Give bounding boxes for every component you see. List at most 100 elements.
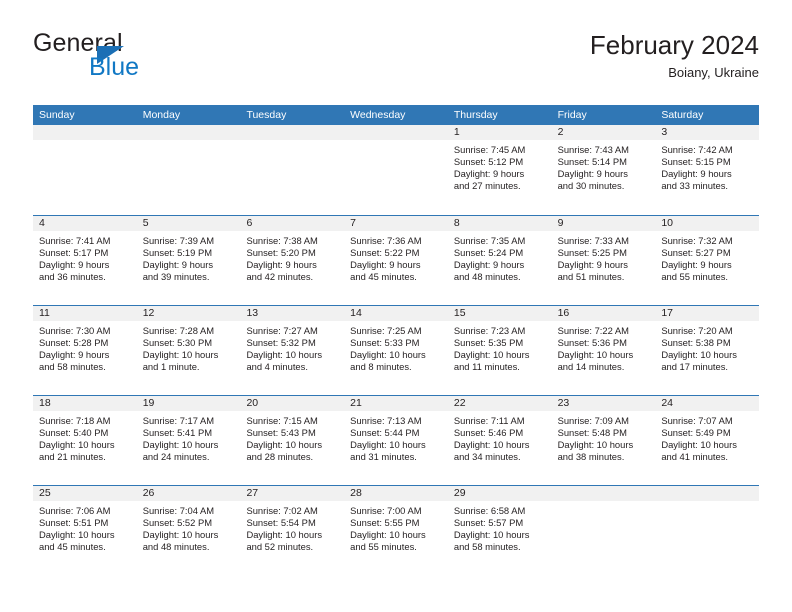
sunset-text: Sunset: 5:46 PM [453, 426, 524, 438]
day-number: 13 [240, 306, 345, 321]
day-info: Sunrise: 7:00 AM Sunset: 5:55 PM Dayligh… [344, 501, 448, 553]
day-cell[interactable]: 8 Sunrise: 7:35 AM Sunset: 5:24 PM Dayli… [447, 216, 552, 305]
day-cell[interactable]: 11 Sunrise: 7:30 AM Sunset: 5:28 PM Dayl… [33, 306, 137, 395]
day-number: 29 [447, 486, 552, 501]
sunset-text: Sunset: 5:19 PM [142, 246, 213, 258]
day-info: Sunrise: 7:39 AM Sunset: 5:19 PM Dayligh… [137, 231, 241, 283]
day-cell[interactable]: 15 Sunrise: 7:23 AM Sunset: 5:35 PM Dayl… [447, 306, 552, 395]
daylight-text-line2: and 34 minutes. [453, 450, 521, 462]
sunset-text: Sunset: 5:15 PM [661, 155, 731, 167]
daylight-text-line2: and 41 minutes. [661, 450, 729, 462]
daylight-text-line2: and 11 minutes. [453, 360, 520, 372]
day-cell[interactable]: 18 Sunrise: 7:18 AM Sunset: 5:40 PM Dayl… [33, 396, 137, 485]
calendar-page: General Blue February 2024 Boiany, Ukrai… [0, 0, 792, 612]
sunrise-text: Sunrise: 7:39 AM [142, 235, 215, 246]
day-cell[interactable]: 9 Sunrise: 7:33 AM Sunset: 5:25 PM Dayli… [551, 216, 656, 305]
daylight-text-line2: and 45 minutes. [39, 540, 106, 552]
sunrise-text: Sunrise: 7:07 AM [661, 415, 733, 426]
day-info [137, 140, 241, 144]
day-cell[interactable]: 12 Sunrise: 7:28 AM Sunset: 5:30 PM Dayl… [136, 306, 241, 395]
day-number: 2 [551, 125, 656, 140]
sunset-text: Sunset: 5:33 PM [350, 336, 420, 348]
day-cell[interactable]: 4 Sunrise: 7:41 AM Sunset: 5:17 PM Dayli… [33, 216, 137, 305]
day-cell[interactable]: 1 Sunrise: 7:45 AM Sunset: 5:12 PM Dayli… [447, 125, 552, 215]
day-cell[interactable]: 3 Sunrise: 7:42 AM Sunset: 5:15 PM Dayli… [655, 125, 760, 215]
day-cell[interactable]: 28 Sunrise: 7:00 AM Sunset: 5:55 PM Dayl… [344, 486, 448, 575]
day-cell[interactable]: 19 Sunrise: 7:17 AM Sunset: 5:41 PM Dayl… [136, 396, 241, 485]
day-number: 25 [33, 486, 137, 501]
day-cell[interactable]: 13 Sunrise: 7:27 AM Sunset: 5:32 PM Dayl… [240, 306, 345, 395]
sunrise-text: Sunrise: 7:35 AM [453, 235, 526, 246]
day-info: Sunrise: 7:20 AM Sunset: 5:38 PM Dayligh… [655, 321, 759, 373]
day-cell [33, 125, 137, 215]
daylight-text-line2: and 1 minute. [142, 360, 200, 372]
sunset-text: Sunset: 5:22 PM [350, 246, 420, 258]
day-info: Sunrise: 7:38 AM Sunset: 5:20 PM Dayligh… [240, 231, 344, 283]
title-block: February 2024 Boiany, Ukraine [589, 30, 759, 81]
day-info: Sunrise: 7:27 AM Sunset: 5:32 PM Dayligh… [240, 321, 344, 373]
day-cell[interactable]: 17 Sunrise: 7:20 AM Sunset: 5:38 PM Dayl… [655, 306, 760, 395]
general-blue-logo[interactable]: General Blue [33, 31, 333, 91]
day-number: 19 [136, 396, 241, 411]
day-info: Sunrise: 7:32 AM Sunset: 5:27 PM Dayligh… [655, 231, 759, 283]
sunrise-text: Sunrise: 7:28 AM [142, 325, 215, 336]
day-cell[interactable]: 2 Sunrise: 7:43 AM Sunset: 5:14 PM Dayli… [551, 125, 656, 215]
daylight-text-line1: Daylight: 10 hours [246, 438, 323, 450]
day-cell[interactable]: 23 Sunrise: 7:09 AM Sunset: 5:48 PM Dayl… [551, 396, 656, 485]
day-cell[interactable]: 24 Sunrise: 7:07 AM Sunset: 5:49 PM Dayl… [655, 396, 760, 485]
day-cell[interactable]: 29 Sunrise: 6:58 AM Sunset: 5:57 PM Dayl… [447, 486, 552, 575]
day-cell[interactable]: 21 Sunrise: 7:13 AM Sunset: 5:44 PM Dayl… [344, 396, 448, 485]
day-info: Sunrise: 7:23 AM Sunset: 5:35 PM Dayligh… [448, 321, 552, 373]
sunrise-text: Sunrise: 7:17 AM [142, 415, 215, 426]
daylight-text-line1: Daylight: 10 hours [246, 528, 323, 540]
sunset-text: Sunset: 5:54 PM [246, 516, 316, 528]
daylight-text-line2: and 24 minutes. [142, 450, 210, 462]
day-number: 5 [136, 216, 241, 231]
daylight-text-line2: and 58 minutes. [39, 360, 106, 372]
day-cell[interactable]: 14 Sunrise: 7:25 AM Sunset: 5:33 PM Dayl… [344, 306, 448, 395]
sunrise-text: Sunrise: 7:15 AM [246, 415, 318, 426]
sunrise-text: Sunrise: 7:22 AM [557, 325, 629, 336]
day-cell[interactable]: 7 Sunrise: 7:36 AM Sunset: 5:22 PM Dayli… [344, 216, 448, 305]
day-info: Sunrise: 7:35 AM Sunset: 5:24 PM Dayligh… [448, 231, 552, 283]
daylight-text-line2: and 33 minutes. [661, 179, 729, 191]
page-title: February 2024 [589, 30, 759, 60]
day-cell[interactable]: 5 Sunrise: 7:39 AM Sunset: 5:19 PM Dayli… [136, 216, 241, 305]
daylight-text-line1: Daylight: 10 hours [557, 348, 634, 360]
sunrise-text: Sunrise: 7:02 AM [246, 505, 318, 516]
day-number: 16 [551, 306, 656, 321]
daylight-text-line1: Daylight: 9 hours [142, 258, 214, 270]
daylight-text-line2: and 17 minutes. [661, 360, 729, 372]
daylight-text-line2: and 14 minutes. [557, 360, 625, 372]
sunrise-text: Sunrise: 7:30 AM [39, 325, 111, 336]
day-cell[interactable]: 6 Sunrise: 7:38 AM Sunset: 5:20 PM Dayli… [240, 216, 345, 305]
day-cell[interactable]: 27 Sunrise: 7:02 AM Sunset: 5:54 PM Dayl… [240, 486, 345, 575]
day-cell[interactable]: 25 Sunrise: 7:06 AM Sunset: 5:51 PM Dayl… [33, 486, 137, 575]
day-cell [136, 125, 241, 215]
day-number: 28 [344, 486, 448, 501]
sunset-text: Sunset: 5:49 PM [661, 426, 731, 438]
logo-text-blue: Blue [89, 53, 140, 81]
sunrise-text: Sunrise: 7:27 AM [246, 325, 318, 336]
day-number: 1 [447, 125, 552, 140]
sunset-text: Sunset: 5:57 PM [453, 516, 524, 528]
day-number: 14 [344, 306, 448, 321]
day-cell[interactable]: 20 Sunrise: 7:15 AM Sunset: 5:43 PM Dayl… [240, 396, 345, 485]
day-cell[interactable]: 22 Sunrise: 7:11 AM Sunset: 5:46 PM Dayl… [447, 396, 552, 485]
sunrise-text: Sunrise: 7:38 AM [246, 235, 318, 246]
weekday-header-wednesday: Wednesday [350, 109, 406, 121]
location-subtitle: Boiany, Ukraine [668, 65, 759, 81]
daylight-text-line2: and 39 minutes. [142, 270, 210, 282]
day-info: Sunrise: 7:07 AM Sunset: 5:49 PM Dayligh… [655, 411, 759, 463]
day-number: 15 [447, 306, 552, 321]
day-number: 12 [136, 306, 241, 321]
day-cell[interactable]: 16 Sunrise: 7:22 AM Sunset: 5:36 PM Dayl… [551, 306, 656, 395]
day-cell[interactable]: 10 Sunrise: 7:32 AM Sunset: 5:27 PM Dayl… [655, 216, 760, 305]
sunset-text: Sunset: 5:38 PM [661, 336, 731, 348]
week-row: 25 Sunrise: 7:06 AM Sunset: 5:51 PM Dayl… [33, 485, 760, 575]
day-info: Sunrise: 7:25 AM Sunset: 5:33 PM Dayligh… [344, 321, 448, 373]
sunrise-text: Sunrise: 7:23 AM [453, 325, 526, 336]
day-cell[interactable]: 26 Sunrise: 7:04 AM Sunset: 5:52 PM Dayl… [136, 486, 241, 575]
daylight-text-line2: and 55 minutes. [661, 270, 729, 282]
sunrise-text: Sunrise: 7:18 AM [39, 415, 111, 426]
